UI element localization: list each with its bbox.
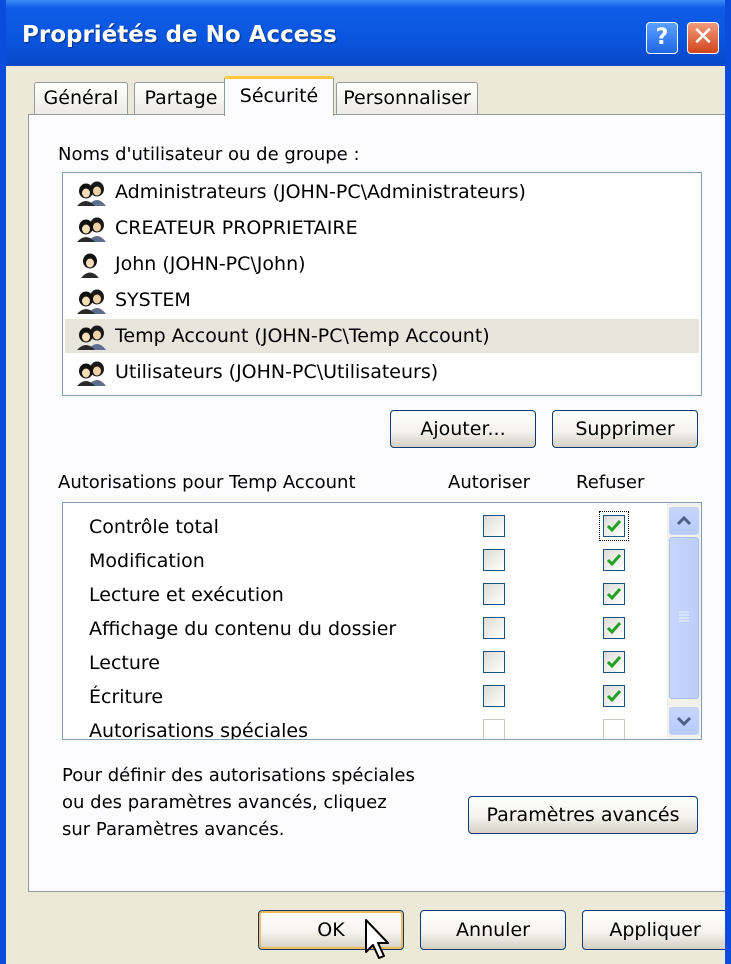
- advanced-text-line: ou des paramètres avancés, cliquez: [62, 792, 387, 813]
- permission-row: Contrôle total: [63, 509, 663, 543]
- tab-securite[interactable]: Sécurité: [224, 76, 334, 116]
- list-item-selected[interactable]: Temp Account (JOHN-PC\Temp Account): [65, 319, 699, 353]
- deny-checkbox[interactable]: [603, 549, 625, 571]
- scroll-down-button[interactable]: [669, 707, 699, 735]
- permissions-label: Autorisations pour Temp Account: [58, 472, 356, 493]
- advanced-text-line: sur Paramètres avancés.: [62, 819, 285, 840]
- users-list[interactable]: Administrateurs (JOHN-PC\Administrateurs…: [62, 172, 702, 396]
- deny-checkbox[interactable]: [603, 583, 625, 605]
- permissions-list: Contrôle total Modification Lecture et e…: [62, 502, 702, 740]
- permission-name: Modification: [89, 550, 205, 572]
- allow-checkbox[interactable]: [483, 685, 505, 707]
- checkmark-icon: [606, 690, 622, 703]
- allow-checkbox[interactable]: [483, 549, 505, 571]
- deny-checkbox[interactable]: [603, 651, 625, 673]
- tab-partage[interactable]: Partage: [134, 82, 228, 114]
- permission-name: Affichage du contenu du dossier: [89, 618, 397, 640]
- user-name: SYSTEM: [115, 289, 191, 311]
- tab-personnaliser[interactable]: Personnaliser: [336, 82, 478, 114]
- scroll-up-button[interactable]: [669, 507, 699, 535]
- checkmark-icon: [606, 588, 622, 601]
- checkmark-icon: [606, 622, 622, 635]
- window-title: Propriétés de No Access: [22, 22, 337, 48]
- permission-row: Écriture: [63, 679, 663, 713]
- user-name: John (JOHN-PC\John): [115, 253, 306, 275]
- permission-row: Modification: [63, 543, 663, 577]
- permission-name: Autorisations spéciales: [89, 720, 308, 740]
- permission-row: Lecture: [63, 645, 663, 679]
- user-name: Utilisateurs (JOHN-PC\Utilisateurs): [115, 361, 439, 383]
- advanced-description: Pour définir des autorisations spéciales…: [62, 762, 415, 843]
- users-label: Noms d'utilisateur ou de groupe :: [58, 144, 360, 165]
- list-item[interactable]: John (JOHN-PC\John): [65, 247, 699, 281]
- permission-row: Autorisations spéciales: [63, 713, 663, 740]
- permission-name: Écriture: [89, 686, 164, 708]
- deny-column-header: Refuser: [576, 472, 645, 493]
- deny-checkbox[interactable]: [603, 685, 625, 707]
- apply-button[interactable]: Appliquer: [582, 910, 725, 950]
- group-icon: [77, 217, 106, 242]
- chevron-down-icon: [676, 716, 692, 727]
- user-name: Administrateurs (JOHN-PC\Administrateurs…: [115, 181, 526, 203]
- group-icon: [77, 361, 106, 386]
- deny-checkbox[interactable]: [603, 617, 625, 639]
- permission-name: Contrôle total: [89, 516, 219, 538]
- checkmark-icon: [606, 520, 622, 533]
- add-button[interactable]: Ajouter...: [390, 410, 536, 448]
- user-icon: [81, 253, 99, 278]
- allow-checkbox[interactable]: [483, 515, 505, 537]
- user-name: Temp Account (JOHN-PC\Temp Account): [115, 325, 490, 347]
- deny-checkbox: [603, 719, 625, 739]
- permissions-scrollbar[interactable]: [667, 503, 701, 739]
- chevron-up-icon: [676, 515, 692, 526]
- list-item[interactable]: Utilisateurs (JOHN-PC\Utilisateurs): [65, 355, 699, 389]
- user-name: CREATEUR PROPRIETAIRE: [115, 217, 358, 239]
- close-button[interactable]: ✕: [687, 22, 719, 54]
- list-item[interactable]: CREATEUR PROPRIETAIRE: [65, 211, 699, 245]
- allow-column-header: Autoriser: [448, 472, 531, 493]
- checkmark-icon: [606, 554, 622, 567]
- permission-row: Affichage du contenu du dossier: [63, 611, 663, 645]
- deny-checkbox[interactable]: [603, 515, 625, 537]
- group-icon: [77, 181, 106, 206]
- permission-name: Lecture: [89, 652, 160, 674]
- list-item[interactable]: Administrateurs (JOHN-PC\Administrateurs…: [65, 175, 699, 209]
- allow-checkbox[interactable]: [483, 583, 505, 605]
- permission-row: Lecture et exécution: [63, 577, 663, 611]
- list-item[interactable]: SYSTEM: [65, 283, 699, 317]
- remove-button[interactable]: Supprimer: [552, 410, 698, 448]
- allow-checkbox[interactable]: [483, 651, 505, 673]
- properties-dialog: Propriétés de No Access ? ✕ Général Part…: [0, 0, 731, 964]
- group-icon: [77, 289, 106, 314]
- allow-checkbox[interactable]: [483, 617, 505, 639]
- group-icon: [77, 325, 106, 350]
- grip-icon: [679, 611, 689, 622]
- checkmark-icon: [606, 656, 622, 669]
- title-bar[interactable]: Propriétés de No Access ? ✕: [6, 0, 725, 66]
- mouse-cursor-icon: [365, 919, 389, 959]
- advanced-settings-button[interactable]: Paramètres avancés: [468, 796, 698, 834]
- advanced-text-line: Pour définir des autorisations spéciales: [62, 765, 415, 786]
- scroll-thumb[interactable]: [669, 537, 699, 699]
- help-button[interactable]: ?: [646, 22, 678, 54]
- allow-checkbox: [483, 719, 505, 739]
- cancel-button[interactable]: Annuler: [420, 910, 566, 950]
- permission-name: Lecture et exécution: [89, 584, 284, 606]
- tab-general[interactable]: Général: [34, 82, 128, 114]
